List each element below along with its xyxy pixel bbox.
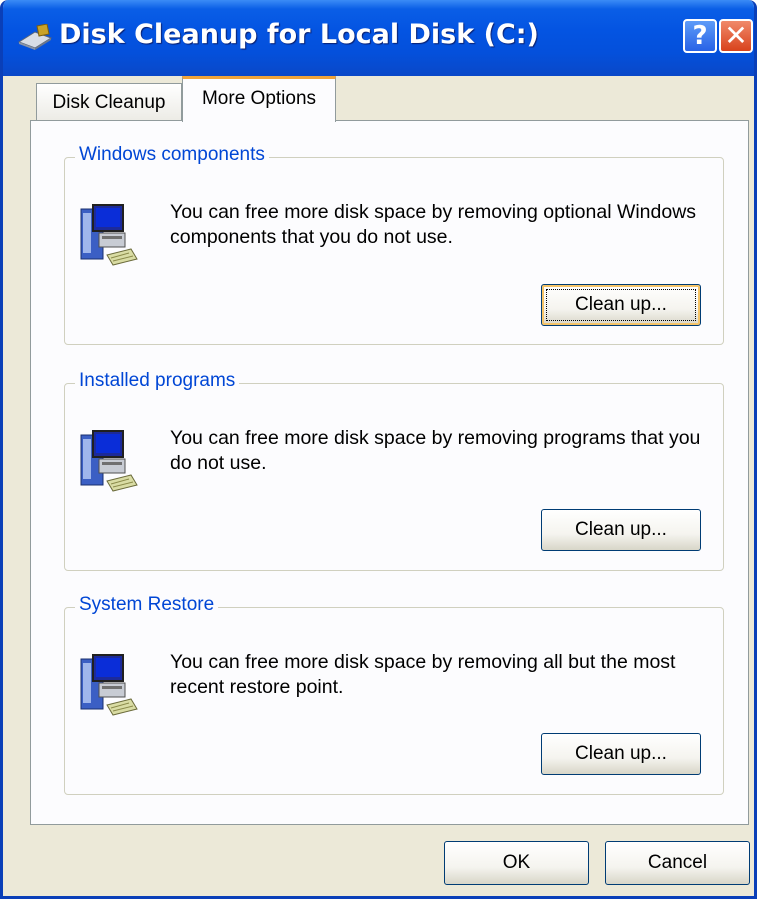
disk-cleanup-icon bbox=[17, 24, 53, 50]
help-button[interactable]: ? bbox=[683, 19, 717, 53]
tab-disk-cleanup[interactable]: Disk Cleanup bbox=[36, 83, 182, 121]
group-description: You can free more disk space by removing… bbox=[170, 427, 701, 474]
group-description: You can free more disk space by removing… bbox=[170, 651, 676, 698]
tab-more-options[interactable]: More Options bbox=[182, 76, 336, 122]
system-restore-group: System Restore You can free more disk sp… bbox=[64, 594, 724, 795]
ok-button[interactable]: OK bbox=[444, 841, 589, 885]
cleanup-button-label: Clean up... bbox=[546, 289, 696, 321]
group-description: You can free more disk space by removing… bbox=[170, 201, 697, 248]
computer-install-icon bbox=[80, 654, 138, 716]
computer-install-icon bbox=[80, 430, 138, 492]
disk-cleanup-dialog: Disk Cleanup for Local Disk (C:) ? ✕ Dis… bbox=[0, 0, 757, 899]
group-title: Installed programs bbox=[75, 370, 240, 392]
windows-components-group: Windows components You can free more dis… bbox=[64, 144, 724, 345]
system-restore-cleanup-button[interactable]: Clean up... bbox=[541, 733, 701, 775]
installed-programs-group: Installed programs You can free more dis… bbox=[64, 370, 724, 571]
cancel-button[interactable]: Cancel bbox=[605, 841, 750, 885]
more-options-panel: Windows components You can free more dis… bbox=[30, 120, 749, 825]
title-bar[interactable]: Disk Cleanup for Local Disk (C:) ? ✕ bbox=[3, 0, 754, 76]
computer-install-icon bbox=[80, 204, 138, 266]
group-title: Windows components bbox=[75, 144, 269, 166]
close-button[interactable]: ✕ bbox=[719, 19, 753, 53]
windows-components-cleanup-button[interactable]: Clean up... bbox=[541, 284, 701, 326]
window-title: Disk Cleanup for Local Disk (C:) bbox=[59, 19, 539, 50]
group-title: System Restore bbox=[75, 594, 219, 616]
installed-programs-cleanup-button[interactable]: Clean up... bbox=[541, 509, 701, 551]
